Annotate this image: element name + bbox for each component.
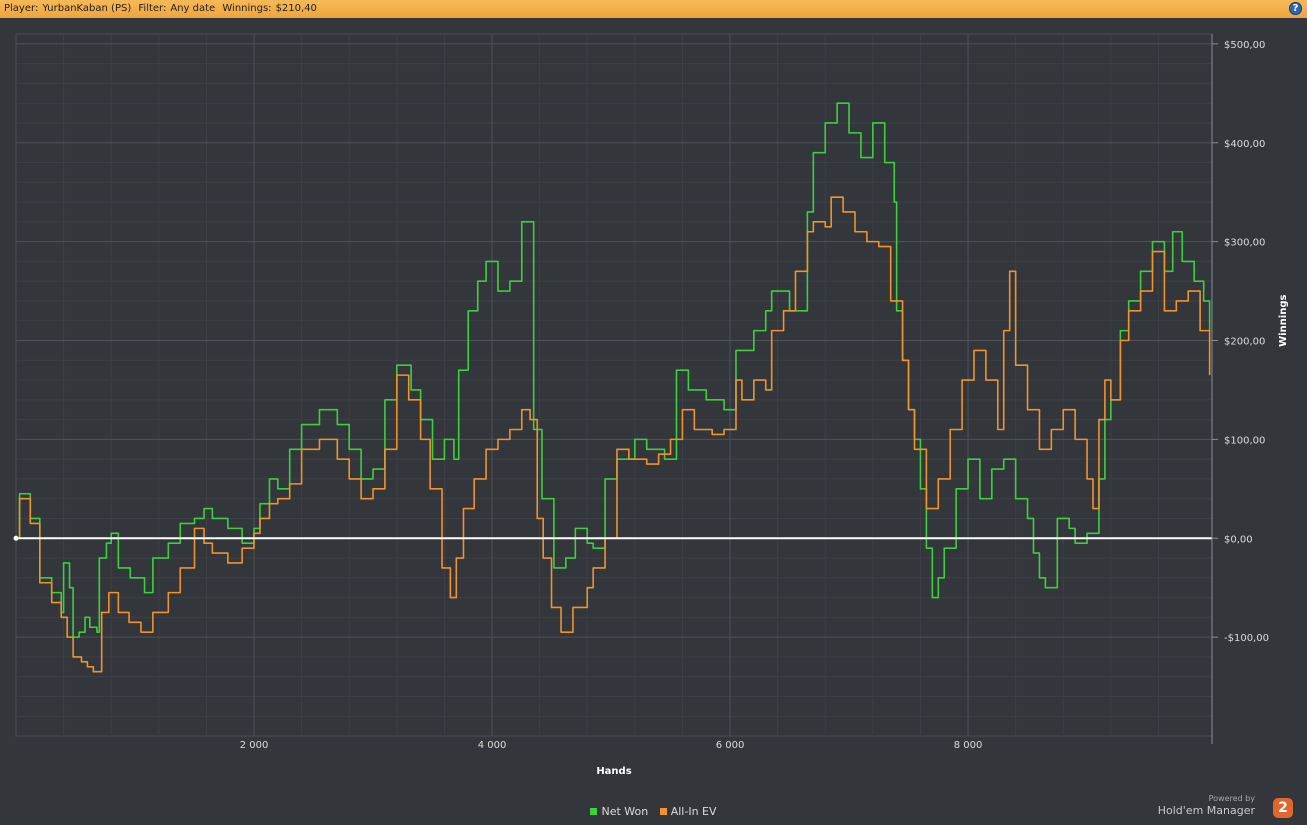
y-tick-label: $200,00 xyxy=(1224,337,1265,348)
legend-label: Net Won xyxy=(601,805,649,818)
x-tick-label: 6 000 xyxy=(716,740,745,751)
player-name: YurbanKaban (PS) xyxy=(42,3,132,14)
plot-area xyxy=(15,33,1213,737)
y-tick-label: $0,00 xyxy=(1224,534,1253,545)
legend: Net Won All-In EV xyxy=(0,805,1307,818)
y-tick-label: -$100,00 xyxy=(1224,633,1269,644)
x-tick-label: 4 000 xyxy=(478,740,507,751)
origin-point xyxy=(13,535,19,541)
branding: Powered by Hold'em Manager 2 xyxy=(1153,794,1293,822)
legend-label: All-In EV xyxy=(670,805,717,818)
powered-by-text: Powered by xyxy=(1208,794,1255,803)
y-tick-label: $500,00 xyxy=(1224,40,1265,51)
x-tick-label: 2 000 xyxy=(240,740,269,751)
help-icon[interactable]: ? xyxy=(1289,2,1302,15)
legend-item-all-in-ev[interactable]: All-In EV xyxy=(659,805,717,818)
product-name: Hold'em Manager xyxy=(1157,804,1255,817)
y-axis-title: Winnings xyxy=(1278,295,1289,347)
x-axis-title: Hands xyxy=(596,766,631,777)
winnings-value: $210,40 xyxy=(275,3,317,14)
filter-value: Any date xyxy=(170,3,216,14)
plot-background xyxy=(15,33,1213,737)
x-tick-label: 8 000 xyxy=(954,740,983,751)
winnings-label: Winnings: xyxy=(222,3,272,14)
y-tick-label: $300,00 xyxy=(1224,238,1265,249)
winnings-graph: -$100,00 $0,00 $100,00 $200,00 $300,00 $400,0… xyxy=(13,33,1289,777)
legend-swatch xyxy=(659,808,667,815)
y-tick-label: $100,00 xyxy=(1224,435,1265,446)
legend-swatch xyxy=(590,808,598,815)
report-header: Player: YurbanKaban (PS) Filter: Any date … xyxy=(0,0,1307,18)
legend-item-net-won[interactable]: Net Won xyxy=(590,805,648,818)
y-tick-label: $400,00 xyxy=(1224,139,1265,150)
filter-label: Filter: xyxy=(138,3,167,14)
player-label: Player: xyxy=(4,3,39,14)
hm2-logo-icon: 2 xyxy=(1273,798,1293,818)
